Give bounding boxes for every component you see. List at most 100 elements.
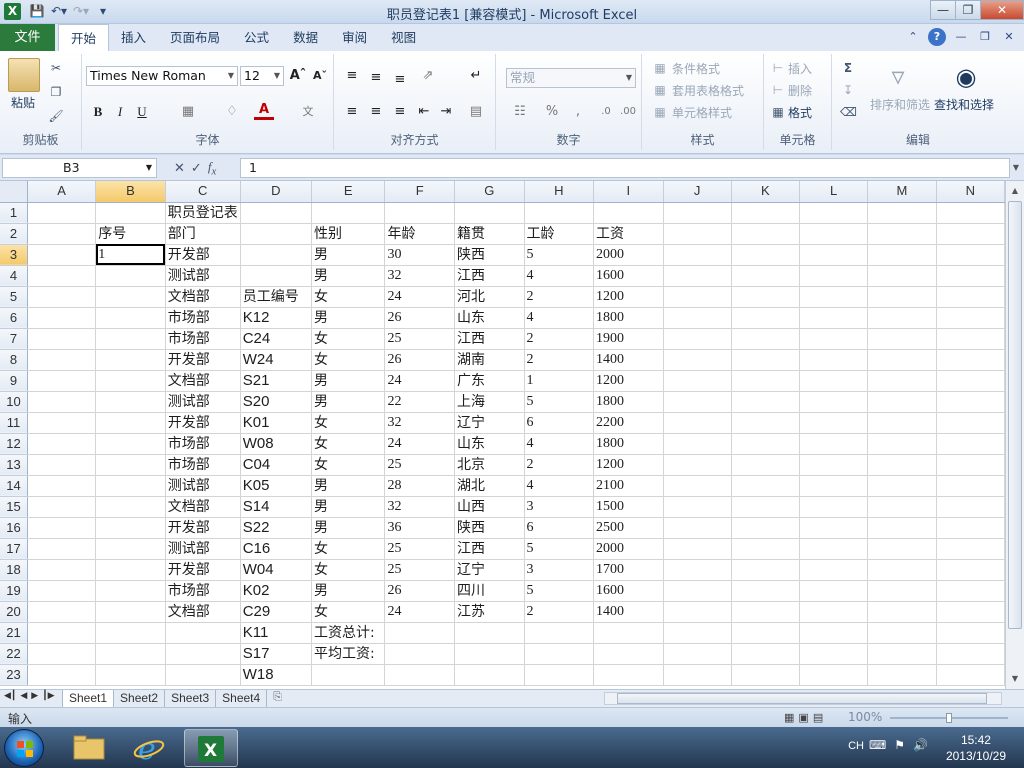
cell-n20[interactable] bbox=[936, 601, 1005, 623]
cell-l14[interactable] bbox=[799, 475, 869, 497]
font-name-combo[interactable]: Times New Roman ▼ bbox=[86, 66, 238, 86]
cell-i9[interactable]: 1200 bbox=[593, 370, 664, 392]
cell-i16[interactable]: 2500 bbox=[593, 517, 664, 539]
cell-g13[interactable]: 北京 bbox=[454, 454, 525, 476]
cell-m8[interactable] bbox=[867, 349, 937, 371]
row-header-22[interactable]: 22 bbox=[0, 643, 28, 665]
cell-m9[interactable] bbox=[867, 370, 937, 392]
cell-l21[interactable] bbox=[799, 622, 869, 644]
cell-f22[interactable] bbox=[384, 643, 455, 665]
conditional-format-button[interactable]: 条件格式 bbox=[672, 60, 720, 77]
cell-a23[interactable] bbox=[27, 664, 97, 686]
tab-3[interactable]: 公式 bbox=[232, 24, 281, 51]
cell-m3[interactable] bbox=[867, 244, 937, 266]
doc-restore-icon[interactable]: ❐ bbox=[976, 28, 994, 46]
cell-j13[interactable] bbox=[663, 454, 732, 476]
cell-f6[interactable]: 26 bbox=[384, 307, 455, 329]
cell-k17[interactable] bbox=[731, 538, 800, 560]
cell-j22[interactable] bbox=[663, 643, 732, 665]
minimize-icon[interactable]: — bbox=[930, 0, 956, 20]
row-header-12[interactable]: 12 bbox=[0, 433, 28, 455]
cell-l18[interactable] bbox=[799, 559, 869, 581]
tab-2[interactable]: 页面布局 bbox=[158, 24, 232, 51]
cell-i12[interactable]: 1800 bbox=[593, 433, 664, 455]
cell-i3[interactable]: 2000 bbox=[593, 244, 664, 266]
cell-e9[interactable]: 男 bbox=[311, 370, 386, 392]
column-header-i[interactable]: I bbox=[593, 181, 664, 203]
cell-l15[interactable] bbox=[799, 496, 869, 518]
cell-d4[interactable] bbox=[240, 265, 313, 287]
cell-b9[interactable] bbox=[95, 370, 166, 392]
row-header-21[interactable]: 21 bbox=[0, 622, 28, 644]
cell-h11[interactable]: 6 bbox=[524, 412, 595, 434]
cell-i17[interactable]: 2000 bbox=[593, 538, 664, 560]
cell-k10[interactable] bbox=[731, 391, 800, 413]
name-box[interactable]: B3 ▼ bbox=[2, 158, 157, 178]
cell-m16[interactable] bbox=[867, 517, 937, 539]
insert-sheet-icon[interactable]: ⎘ bbox=[267, 690, 288, 707]
cell-i19[interactable]: 1600 bbox=[593, 580, 664, 602]
orientation-icon[interactable]: ⇗ bbox=[418, 66, 438, 86]
cell-h18[interactable]: 3 bbox=[524, 559, 595, 581]
row-header-1[interactable]: 1 bbox=[0, 202, 28, 224]
row-header-6[interactable]: 6 bbox=[0, 307, 28, 329]
cell-l20[interactable] bbox=[799, 601, 869, 623]
cell-d16[interactable]: S22 bbox=[240, 517, 313, 539]
borders-icon[interactable]: ▦ bbox=[178, 102, 198, 122]
cell-b15[interactable] bbox=[95, 496, 166, 518]
row-header-4[interactable]: 4 bbox=[0, 265, 28, 287]
cell-n17[interactable] bbox=[936, 538, 1005, 560]
cell-d13[interactable]: C04 bbox=[240, 454, 313, 476]
accounting-format-icon[interactable]: ☷ bbox=[510, 102, 530, 122]
cell-g23[interactable] bbox=[454, 664, 525, 686]
cell-h8[interactable]: 2 bbox=[524, 349, 595, 371]
column-header-m[interactable]: M bbox=[867, 181, 937, 203]
doc-minimize-icon[interactable]: — bbox=[952, 28, 970, 46]
cell-k23[interactable] bbox=[731, 664, 800, 686]
formula-input[interactable]: 1 bbox=[240, 158, 1010, 178]
cell-b17[interactable] bbox=[95, 538, 166, 560]
cell-e19[interactable]: 男 bbox=[311, 580, 386, 602]
cell-d9[interactable]: S21 bbox=[240, 370, 313, 392]
cell-n14[interactable] bbox=[936, 475, 1005, 497]
cell-a6[interactable] bbox=[27, 307, 97, 329]
page-break-view-icon[interactable]: ▤ bbox=[813, 711, 823, 724]
cell-i14[interactable]: 2100 bbox=[593, 475, 664, 497]
cell-f10[interactable]: 22 bbox=[384, 391, 455, 413]
cell-h23[interactable] bbox=[524, 664, 595, 686]
find-select-button[interactable]: 查找和选择 bbox=[934, 96, 994, 113]
cell-k21[interactable] bbox=[731, 622, 800, 644]
merge-center-icon[interactable]: ▤ bbox=[466, 102, 486, 122]
horizontal-scrollbar[interactable] bbox=[604, 692, 1002, 705]
expand-formula-bar-icon[interactable]: ▼ bbox=[1010, 158, 1022, 178]
phonetic-icon[interactable]: 文 bbox=[298, 102, 318, 122]
cell-k16[interactable] bbox=[731, 517, 800, 539]
cell-e21[interactable]: 工资总计: bbox=[311, 622, 386, 644]
paste-button[interactable]: 粘贴 bbox=[11, 94, 35, 111]
cell-c1[interactable]: 职员登记表 bbox=[165, 202, 241, 224]
cell-l16[interactable] bbox=[799, 517, 869, 539]
cell-f4[interactable]: 32 bbox=[384, 265, 455, 287]
cell-i2[interactable]: 工资 bbox=[593, 223, 664, 245]
cell-d12[interactable]: W08 bbox=[240, 433, 313, 455]
cell-d19[interactable]: K02 bbox=[240, 580, 313, 602]
cell-k11[interactable] bbox=[731, 412, 800, 434]
cell-n15[interactable] bbox=[936, 496, 1005, 518]
cell-c16[interactable]: 开发部 bbox=[165, 517, 241, 539]
cell-f13[interactable]: 25 bbox=[384, 454, 455, 476]
cell-m15[interactable] bbox=[867, 496, 937, 518]
cell-k2[interactable] bbox=[731, 223, 800, 245]
cell-j21[interactable] bbox=[663, 622, 732, 644]
decrease-font-icon[interactable]: Aˇ bbox=[310, 66, 330, 86]
cell-g9[interactable]: 广东 bbox=[454, 370, 525, 392]
cell-e13[interactable]: 女 bbox=[311, 454, 386, 476]
cell-b2[interactable]: 序号 bbox=[95, 223, 166, 245]
cell-a11[interactable] bbox=[27, 412, 97, 434]
row-header-18[interactable]: 18 bbox=[0, 559, 28, 581]
cell-c20[interactable]: 文档部 bbox=[165, 601, 241, 623]
row-header-23[interactable]: 23 bbox=[0, 664, 28, 686]
keyboard-icon[interactable]: ⌨ bbox=[869, 738, 886, 752]
font-size-combo[interactable]: 12 ▼ bbox=[240, 66, 284, 86]
tab-6[interactable]: 视图 bbox=[379, 24, 428, 51]
comma-style-icon[interactable]: , bbox=[568, 102, 588, 122]
